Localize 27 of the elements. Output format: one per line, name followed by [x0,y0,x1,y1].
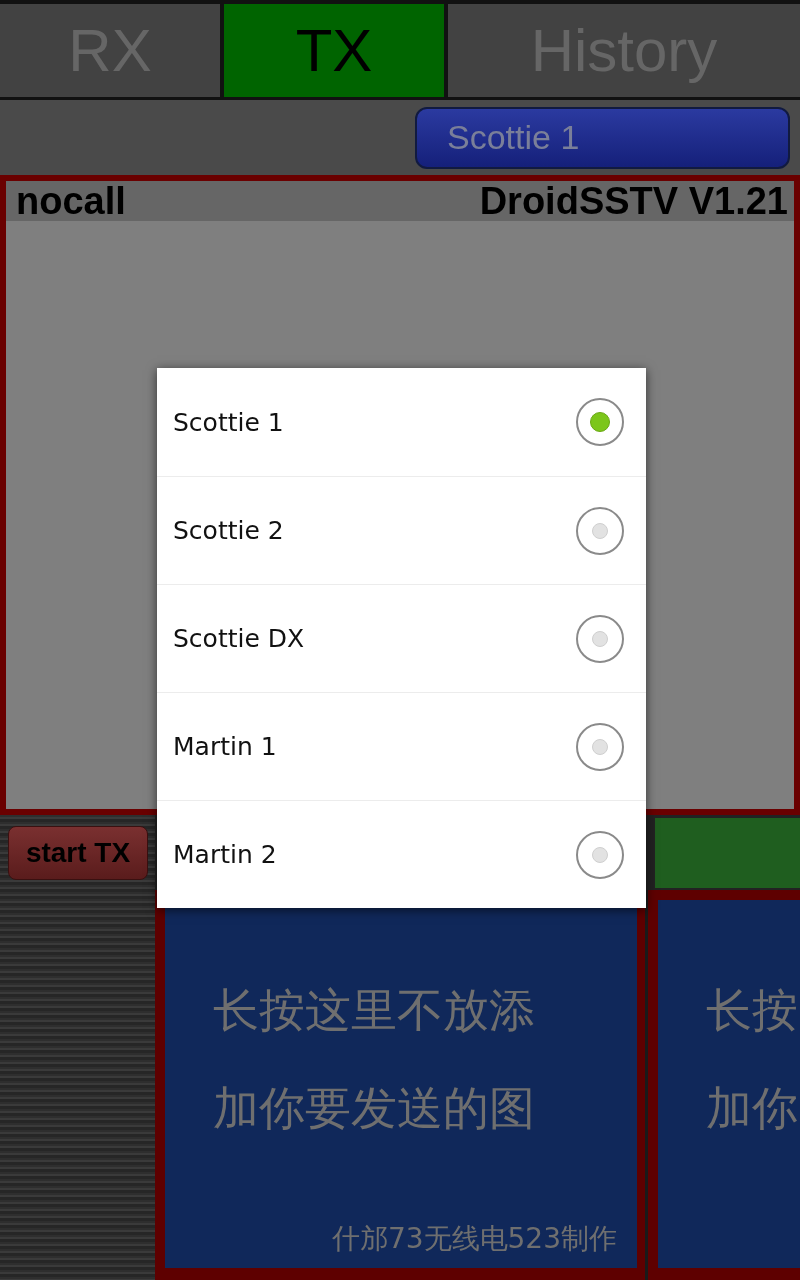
radio-button[interactable] [576,722,624,771]
option-label: Scottie DX [173,624,305,653]
slot-hint: 长按 [706,982,798,1039]
option-label: Scottie 1 [173,407,284,437]
radio-button[interactable] [576,830,624,879]
mode-option[interactable]: Martin 1 [157,692,646,800]
mode-option[interactable]: Scottie 1 [157,368,646,476]
slot-hint: 加你 [706,1080,798,1137]
option-label: Martin 1 [173,732,277,761]
slot-hint: 加你要发送的图 [213,1080,535,1137]
start-tx-button[interactable]: start TX [8,826,148,880]
mode-option[interactable]: Scottie 2 [157,476,646,584]
mode-option[interactable]: Martin 2 [157,800,646,908]
callsign: nocall [16,179,126,223]
mode-button[interactable]: Scottie 1 [415,106,790,169]
image-slot[interactable]: 长按这里不放添 加你要发送的图 什邡73无线电523制作 [155,890,645,1280]
radio-button[interactable] [576,506,624,555]
option-label: Martin 2 [173,840,277,869]
credit-text: 什邡73无线电523制作 [331,1221,617,1257]
radio-button[interactable] [576,398,624,446]
radio-button[interactable] [576,614,624,663]
slot-hint: 长按这里不放添 [213,982,535,1039]
tab[interactable]: TX [224,4,444,97]
option-label: Scottie 2 [173,516,284,545]
mode-option[interactable]: Scottie DX [157,584,646,692]
app-version: DroidSSTV V1.21 [479,179,788,223]
image-slot[interactable]: 长按 加你 [648,890,800,1280]
